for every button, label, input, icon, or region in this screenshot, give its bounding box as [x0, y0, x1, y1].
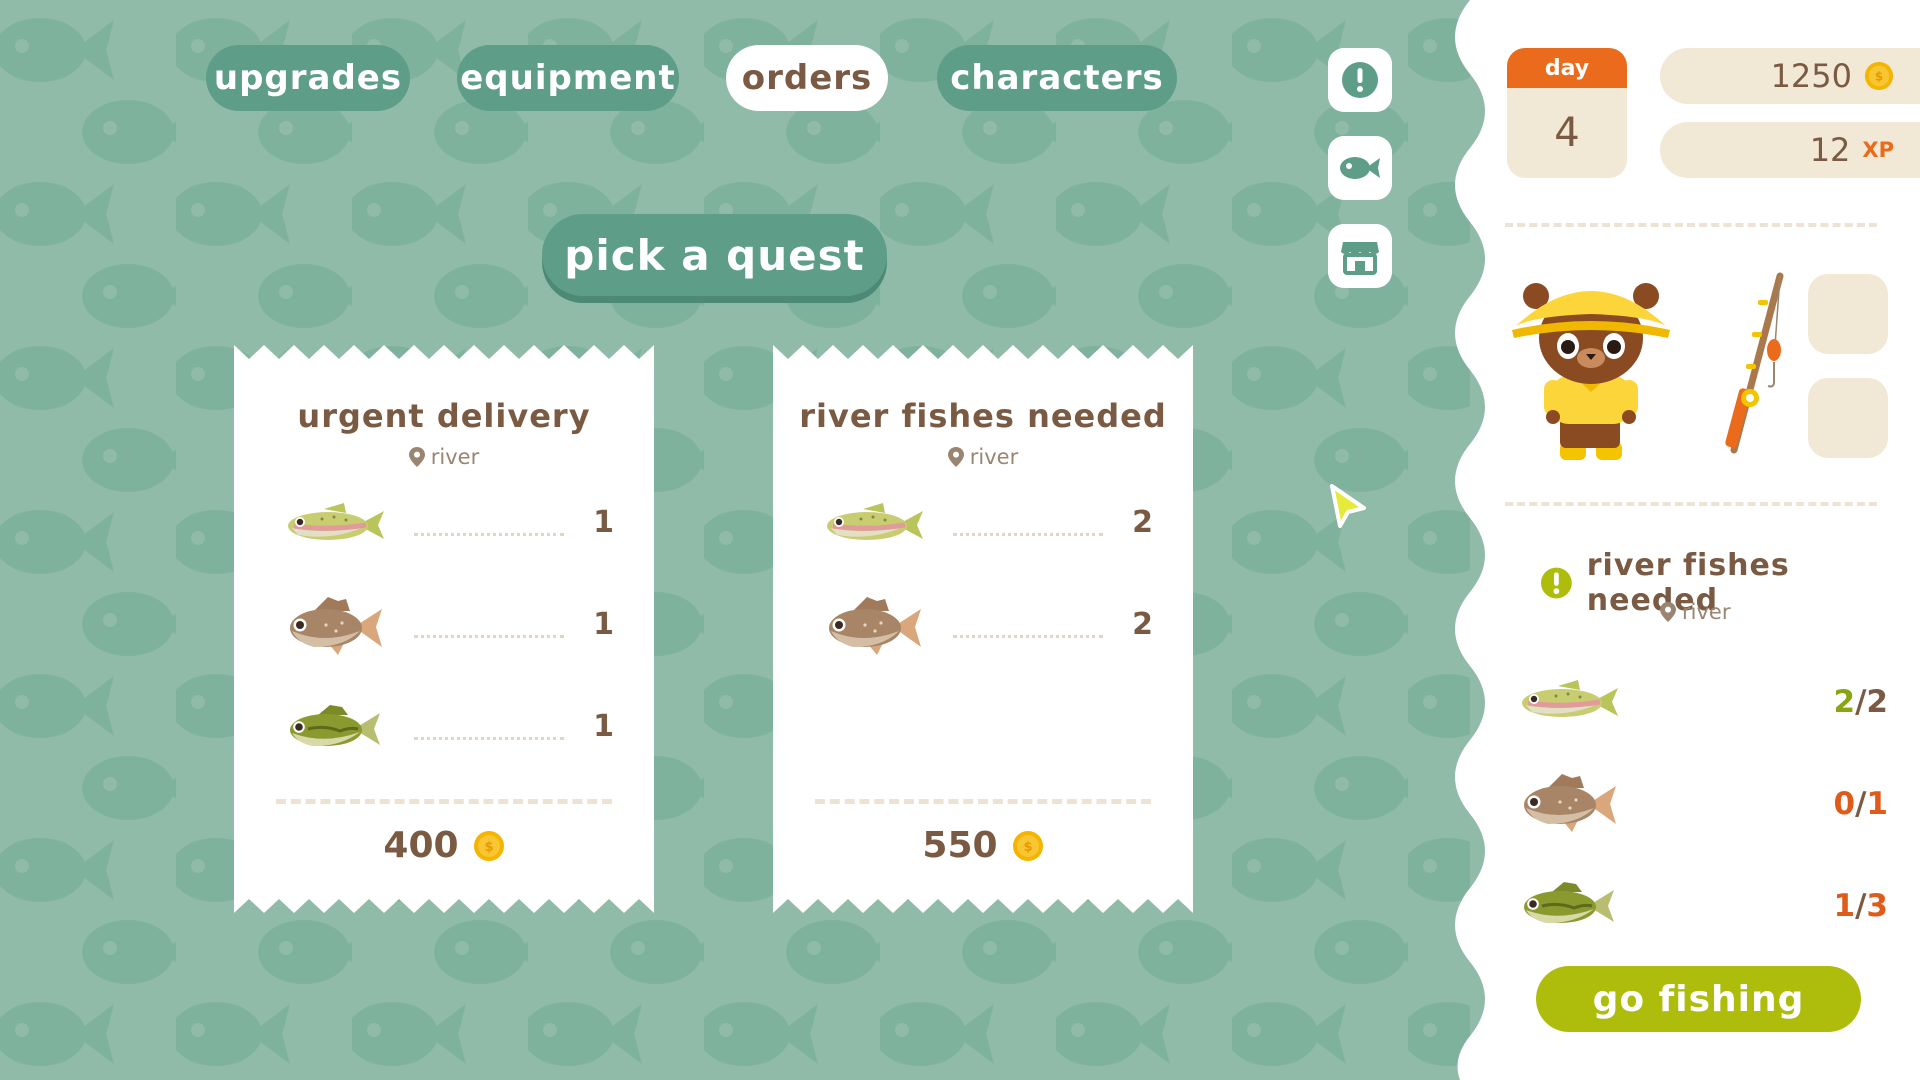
divider — [276, 799, 612, 804]
day-value: 4 — [1554, 110, 1580, 156]
coin-icon — [1864, 61, 1894, 91]
quest-location-label: river — [969, 445, 1019, 469]
location-pin-icon — [409, 447, 425, 467]
dotted-leader — [414, 737, 564, 740]
xp-display: 12 XP — [1660, 122, 1920, 178]
alert-icon — [1342, 62, 1378, 98]
progress-current: 2 — [1833, 684, 1856, 720]
tab-upgrades[interactable]: upgrades — [206, 45, 410, 111]
day-label: day — [1507, 48, 1627, 88]
perch-fish-icon — [284, 597, 388, 657]
coins-value: 1250 — [1770, 57, 1852, 95]
progress-row: 0/1 — [1518, 774, 1888, 834]
quest-title: river fishes needed — [799, 397, 1167, 435]
quest-item-qty: 1 — [593, 709, 614, 744]
quest-reward-amount: 550 — [922, 825, 998, 866]
dotted-leader — [953, 533, 1103, 536]
progress-count: 0/1 — [1833, 786, 1888, 822]
quest-item-qty: 1 — [593, 505, 614, 540]
coin-icon — [473, 830, 505, 862]
active-quest-location: river — [1660, 600, 1730, 624]
progress-total: 2 — [1866, 684, 1888, 720]
go-fishing-button[interactable]: go fishing — [1536, 966, 1861, 1032]
quest-item-row: 1 — [284, 495, 614, 555]
quest-item-qty: 2 — [1132, 607, 1153, 642]
coins-display: 1250 — [1660, 48, 1920, 104]
quest-item-row: 1 — [284, 597, 614, 657]
fish-collection-button[interactable] — [1328, 136, 1392, 200]
trout-fish-icon — [1518, 672, 1622, 732]
quest-title: urgent delivery — [297, 397, 591, 435]
quest-item-row: 2 — [823, 597, 1153, 657]
day-counter: day 4 — [1507, 48, 1627, 178]
active-quest-location-label: river — [1682, 600, 1731, 624]
progress-current: 1 — [1833, 888, 1856, 924]
quest-card-urgent-delivery[interactable]: urgent delivery river 1 1 1 400 — [234, 345, 654, 913]
pick-quest-heading: pick a quest — [542, 214, 887, 296]
shop-button[interactable] — [1328, 224, 1392, 288]
perch-fish-icon — [823, 597, 927, 657]
coin-icon — [1012, 830, 1044, 862]
alert-icon — [1540, 567, 1572, 599]
xp-label: XP — [1862, 138, 1894, 162]
progress-current: 0 — [1833, 786, 1856, 822]
bass-fish-icon — [284, 699, 388, 759]
xp-value: 12 — [1809, 131, 1851, 169]
quest-location-label: river — [430, 445, 480, 469]
quest-card-river-fishes-needed[interactable]: river fishes needed river 2 2 550 — [773, 345, 1193, 913]
quest-item-row: 2 — [823, 495, 1153, 555]
dotted-leader — [414, 635, 564, 638]
trout-fish-icon — [823, 495, 927, 555]
progress-row: 1/3 — [1518, 876, 1888, 936]
progress-total: 1 — [1866, 786, 1888, 822]
quest-reward: 400 — [234, 825, 654, 866]
fishing-rod-equipment[interactable] — [1720, 270, 1790, 460]
dotted-leader — [953, 635, 1103, 638]
fish-icon — [1340, 157, 1380, 179]
quest-reward-amount: 400 — [383, 825, 459, 866]
quest-item-qty: 2 — [1132, 505, 1153, 540]
tab-orders[interactable]: orders — [726, 45, 888, 111]
equipment-slot-2[interactable] — [1808, 378, 1888, 458]
active-quest-name: river fishes needed — [1586, 548, 1790, 618]
dotted-leader — [414, 533, 564, 536]
location-pin-icon — [948, 447, 964, 467]
divider — [1505, 502, 1877, 506]
progress-count: 1/3 — [1833, 888, 1888, 924]
progress-row: 2/2 — [1518, 672, 1888, 732]
quest-reward: 550 — [773, 825, 1193, 866]
equipment-slot-1[interactable] — [1808, 274, 1888, 354]
background-fish-pattern — [0, 0, 1470, 1080]
bear-character-avatar[interactable] — [1508, 276, 1674, 468]
shop-icon — [1341, 242, 1379, 275]
alert-button[interactable] — [1328, 48, 1392, 112]
quest-item-qty: 1 — [593, 607, 614, 642]
mouse-cursor-icon — [1330, 484, 1366, 528]
bass-fish-icon — [1518, 876, 1622, 936]
quest-location: river — [234, 445, 654, 469]
quest-location: river — [773, 445, 1193, 469]
tab-characters[interactable]: characters — [937, 45, 1177, 111]
divider — [815, 799, 1151, 804]
trout-fish-icon — [284, 495, 388, 555]
quest-item-row: 1 — [284, 699, 614, 759]
divider — [1505, 223, 1877, 227]
progress-count: 2/2 — [1833, 684, 1888, 720]
progress-total: 3 — [1866, 888, 1888, 924]
perch-fish-icon — [1518, 774, 1622, 834]
location-pin-icon — [1660, 602, 1676, 622]
tab-equipment[interactable]: equipment — [457, 45, 679, 111]
